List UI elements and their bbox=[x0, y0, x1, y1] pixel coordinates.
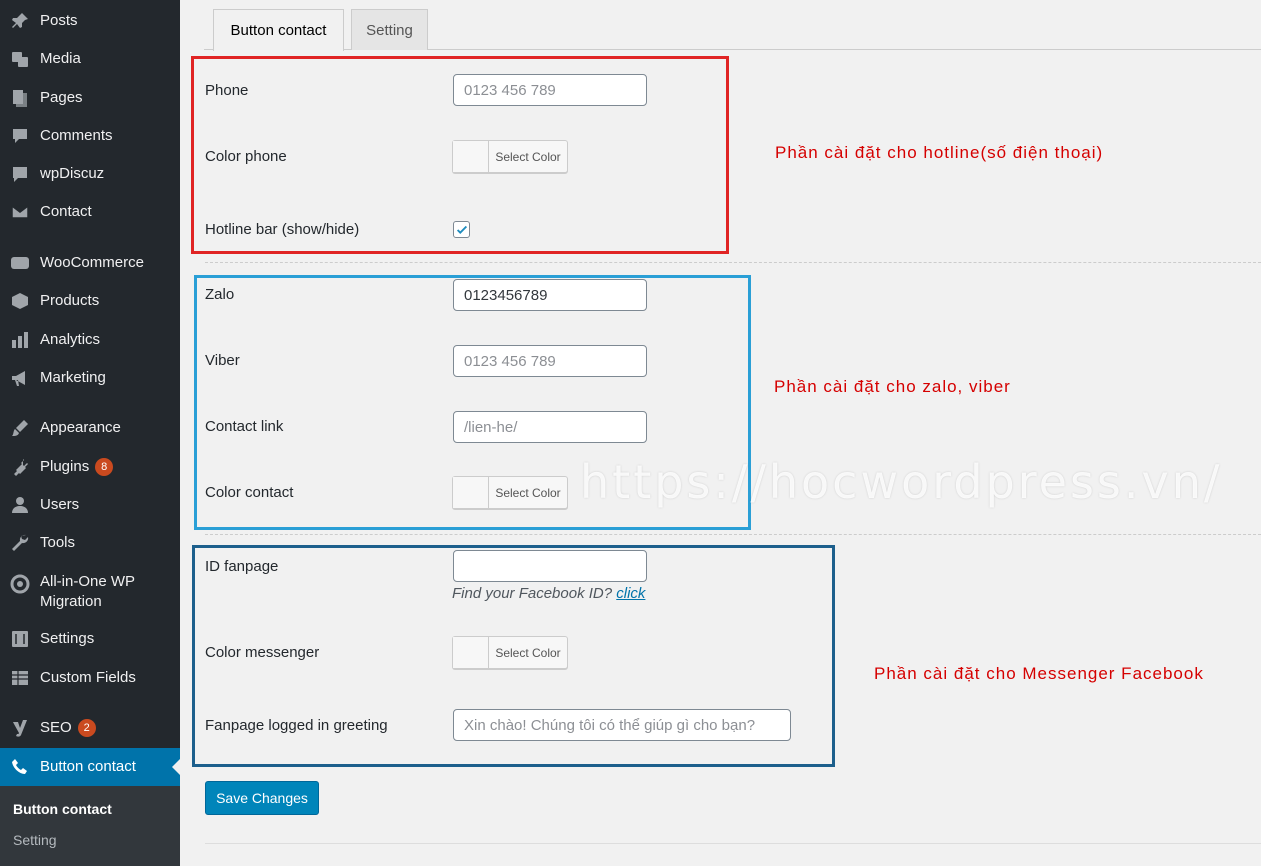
sidebar-item-media[interactable]: Media bbox=[0, 42, 180, 76]
watermark-text: https://hocwordpress.vn/ bbox=[580, 455, 1223, 509]
sidebar-item-woocommerce[interactable]: WooCommerce bbox=[0, 246, 180, 280]
tab-button-contact[interactable]: Button contact bbox=[213, 9, 344, 51]
bar-chart-icon bbox=[0, 330, 40, 350]
woo-icon bbox=[0, 253, 40, 273]
sliders-icon bbox=[0, 629, 40, 649]
submenu-item-button-contact[interactable]: Button contact bbox=[13, 801, 112, 817]
plug-icon bbox=[0, 457, 40, 477]
megaphone-icon bbox=[0, 368, 40, 388]
tab-bar: Button contact Setting bbox=[204, 9, 1261, 51]
sidebar-item-appearance[interactable]: Appearance bbox=[0, 411, 180, 445]
messenger-annotation-box bbox=[192, 545, 835, 767]
speech-icon bbox=[0, 164, 40, 184]
mail-icon bbox=[0, 202, 40, 222]
hotline-annotation-box bbox=[191, 56, 729, 254]
media-icon bbox=[0, 49, 40, 69]
sidebar-item-pages[interactable]: Pages bbox=[0, 81, 180, 115]
sidebar-item-wpdiscuz[interactable]: wpDiscuz bbox=[0, 157, 180, 191]
pin-icon bbox=[0, 11, 40, 31]
sidebar-item-all-in-one-migration[interactable]: All-in-One WP Migration bbox=[0, 572, 180, 616]
plugins-update-badge: 8 bbox=[95, 458, 114, 476]
section-divider bbox=[205, 262, 1261, 263]
sidebar-item-comments[interactable]: Comments bbox=[0, 119, 180, 153]
footer-divider bbox=[205, 843, 1261, 844]
seo-notification-badge: 2 bbox=[77, 719, 96, 737]
migration-icon bbox=[0, 572, 40, 594]
sidebar-item-settings[interactable]: Settings bbox=[0, 622, 180, 656]
sidebar-item-users[interactable]: Users bbox=[0, 488, 180, 522]
user-icon bbox=[0, 495, 40, 515]
sidebar-item-marketing[interactable]: Marketing bbox=[0, 361, 180, 395]
brush-icon bbox=[0, 418, 40, 438]
submenu-item-setting[interactable]: Setting bbox=[13, 832, 57, 848]
box-icon bbox=[0, 291, 40, 311]
sidebar-item-contact[interactable]: Contact bbox=[0, 195, 180, 229]
sidebar-item-button-contact[interactable]: Button contact bbox=[0, 748, 180, 786]
comment-icon bbox=[0, 126, 40, 146]
section-divider bbox=[205, 534, 1261, 535]
sidebar-submenu: Button contact Setting bbox=[0, 786, 180, 866]
sidebar-item-tools[interactable]: Tools bbox=[0, 526, 180, 560]
sidebar-item-products[interactable]: Products bbox=[0, 284, 180, 318]
table-icon bbox=[0, 668, 40, 688]
wrench-icon bbox=[0, 533, 40, 553]
sidebar-item-seo[interactable]: SEO 2 bbox=[0, 711, 180, 745]
hotline-annotation-text: Phần cài đặt cho hotline(số điện thoại) bbox=[775, 143, 1104, 162]
admin-sidebar: Posts Media Pages Comments wpDiscuz Cont… bbox=[0, 0, 180, 866]
sidebar-item-plugins[interactable]: Plugins 8 bbox=[0, 450, 180, 484]
yoast-icon bbox=[0, 718, 40, 738]
zalo-annotation-text: Phần cài đặt cho zalo, viber bbox=[774, 377, 1011, 396]
sidebar-item-posts[interactable]: Posts bbox=[0, 4, 180, 38]
pages-icon bbox=[0, 88, 40, 108]
messenger-annotation-text: Phần cài đặt cho Messenger Facebook bbox=[874, 664, 1204, 683]
sidebar-item-custom-fields[interactable]: Custom Fields bbox=[0, 661, 180, 695]
phone-icon bbox=[0, 757, 40, 777]
tab-setting[interactable]: Setting bbox=[351, 9, 428, 50]
save-changes-button[interactable]: Save Changes bbox=[205, 781, 319, 815]
sidebar-item-analytics[interactable]: Analytics bbox=[0, 323, 180, 357]
